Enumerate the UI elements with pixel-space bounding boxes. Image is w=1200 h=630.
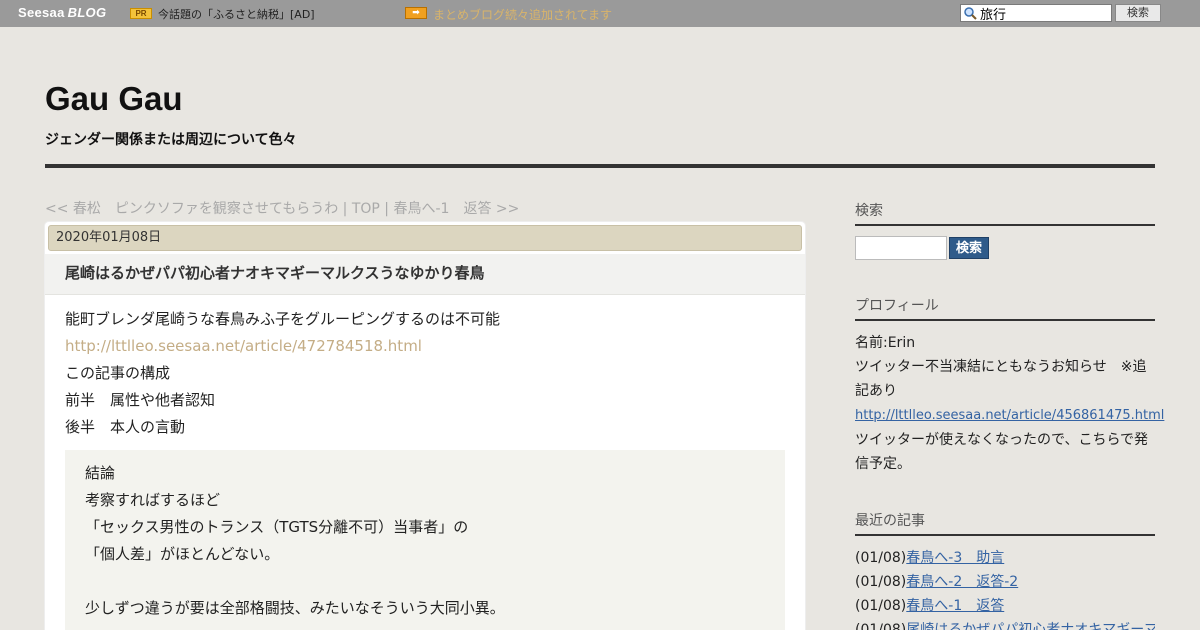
arrow-right-icon: ➡	[405, 7, 427, 19]
profile-name: 名前:Erin	[855, 335, 916, 351]
quote-line: 結論	[85, 464, 116, 482]
quote-line	[85, 568, 765, 595]
logo-blog-text: BLOG	[67, 5, 107, 20]
sidebar-profile-heading: プロフィール	[855, 295, 1155, 321]
top-search-box	[960, 4, 1112, 22]
sidebar-search-input[interactable]	[855, 236, 947, 260]
quote-block: 結論 考察すればするほど 「セックス男性のトランス（TGTS分離不可）当事者」の…	[65, 450, 785, 630]
sidebar-profile: プロフィール 名前:Erin ツイッター不当凍結にともなうお知らせ ※追記あり …	[855, 295, 1164, 476]
sidebar-search-heading: 検索	[855, 200, 1155, 226]
quote-line: 「セックス男性のトランス（TGTS分離不可）当事者」の	[85, 518, 469, 536]
sidebar-recent-articles: 最近の記事 (01/08)春鳥へ-3 助言 (01/08)春鳥へ-2 返答-2 …	[855, 510, 1155, 630]
pr-ad-link[interactable]: 今話題の「ふるさと納税」[AD]	[158, 6, 315, 22]
recent-article-item: (01/08)春鳥へ-1 返答	[855, 594, 1155, 618]
logo-seesaa-text: Seesaa	[18, 5, 65, 20]
top-search-input[interactable]	[980, 5, 1110, 21]
recent-article-date: (01/08)	[855, 598, 907, 614]
recent-article-date: (01/08)	[855, 550, 907, 566]
quote-line: 「個人差」がほとんどない。	[85, 545, 280, 563]
sidebar-search-button[interactable]: 検索	[949, 237, 989, 259]
nav-separator: |	[338, 201, 352, 217]
recent-article-link[interactable]: 春鳥へ-3 助言	[906, 550, 1004, 566]
recent-article-link[interactable]: 尾崎はるかぜパパ初心者ナオキマギーマ	[906, 622, 1155, 630]
matome-blog-link[interactable]: まとめブログ続々追加されてます	[433, 6, 612, 23]
article-date: 2020年01月08日	[48, 225, 802, 251]
article: 2020年01月08日 尾崎はるかぜパパ初心者ナオキマギーマルクスうなゆかり春鳥…	[45, 222, 805, 630]
nav-separator: |	[379, 201, 394, 217]
profile-notice: ツイッター不当凍結にともなうお知らせ ※追記あり	[855, 359, 1147, 399]
profile-note: ツイッターが使えなくなったので、こちらで発信予定。	[855, 432, 1149, 472]
blog-title[interactable]: Gau Gau	[45, 80, 183, 118]
recent-article-item: (01/08)春鳥へ-2 返答-2	[855, 570, 1155, 594]
pr-badge: PR	[130, 8, 152, 19]
top-link[interactable]: TOP	[352, 201, 380, 217]
header-divider	[45, 164, 1155, 168]
article-reference-link[interactable]: http://lttlleo.seesaa.net/article/472784…	[65, 333, 785, 360]
recent-article-link[interactable]: 春鳥へ-1 返答	[906, 598, 1004, 614]
article-navigation: << 春松 ピンクソファを観察させてもらうわ | TOP | 春鳥へ-1 返答 …	[45, 198, 519, 218]
body-line: 前半 属性や他者認知	[65, 391, 216, 409]
body-line: この記事の構成	[65, 364, 171, 382]
sidebar-search: 検索 検索	[855, 200, 1155, 260]
recent-article-date: (01/08)	[855, 574, 907, 590]
quote-line: 少しずつ違うが要は全部格闘技、みたいなそういう大同小異。	[85, 599, 505, 617]
body-line: 能町ブレンダ尾崎うな春鳥みふ子をグルーピングするのは不可能	[65, 310, 501, 328]
article-body: 能町ブレンダ尾崎うな春鳥みふ子をグルーピングするのは不可能 http://ltt…	[65, 306, 785, 441]
prev-article-link[interactable]: << 春松 ピンクソファを観察させてもらうわ	[45, 201, 338, 217]
recent-article-item: (01/08)尾崎はるかぜパパ初心者ナオキマギーマ	[855, 618, 1155, 630]
article-title[interactable]: 尾崎はるかぜパパ初心者ナオキマギーマルクスうなゆかり春鳥	[45, 254, 805, 295]
profile-notice-link[interactable]: http://lttlleo.seesaa.net/article/456861…	[855, 408, 1164, 423]
top-search-button[interactable]: 検索	[1115, 4, 1161, 22]
recent-article-item: (01/08)春鳥へ-3 助言	[855, 546, 1155, 570]
body-line: 後半 本人の言動	[65, 418, 186, 436]
top-bar: Seesaa BLOG PR 今話題の「ふるさと納税」[AD] ➡ まとめブログ続…	[0, 0, 1200, 27]
blog-description: ジェンダー関係または周辺について色々	[45, 132, 297, 148]
recent-article-link[interactable]: 春鳥へ-2 返答-2	[906, 574, 1018, 590]
search-icon	[964, 7, 977, 20]
seesaa-blog-logo[interactable]: Seesaa BLOG	[18, 5, 106, 20]
recent-article-date: (01/08)	[855, 622, 907, 630]
next-article-link[interactable]: 春鳥へ-1 返答 >>	[393, 201, 519, 217]
sidebar-recent-heading: 最近の記事	[855, 510, 1155, 536]
quote-line: 考察すればするほど	[85, 491, 221, 509]
